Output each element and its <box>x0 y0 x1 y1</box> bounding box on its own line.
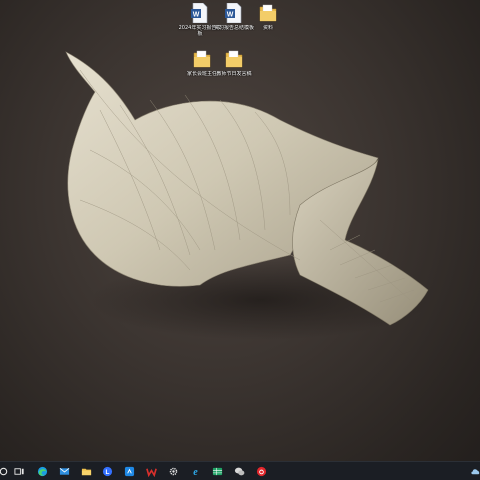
folder-icon <box>193 49 211 69</box>
internet-explorer-icon: e <box>193 467 198 477</box>
folder-icon <box>259 3 277 23</box>
wps-button[interactable] <box>144 464 158 478</box>
word-document-icon: W <box>191 2 209 24</box>
folder-icon <box>225 49 243 69</box>
word-document-icon: W <box>225 2 243 24</box>
spreadsheet-button[interactable] <box>210 464 224 478</box>
wechat-button[interactable] <box>232 464 246 478</box>
desktop-icon-label: 教师节日发言稿 <box>216 71 252 77</box>
mail-button[interactable] <box>57 464 71 478</box>
taskbar: L e <box>0 461 480 480</box>
file-explorer-button[interactable] <box>79 464 93 478</box>
app-icon <box>124 466 134 476</box>
desktop: W 2024年实习报告模板 W 实习报告总结模板 资料 家长会班主任 教师节日发… <box>0 0 480 480</box>
svg-text:L: L <box>105 468 109 475</box>
gear-icon <box>169 467 177 475</box>
edge-button[interactable] <box>35 464 49 478</box>
desktop-icon-folder-1[interactable]: 资料 <box>246 3 290 31</box>
svg-text:e: e <box>193 467 198 477</box>
edge-icon <box>37 466 47 476</box>
netease-music-button[interactable] <box>254 464 268 478</box>
lark-icon: L <box>102 466 112 476</box>
netease-music-icon <box>256 466 266 476</box>
ie-button[interactable]: e <box>188 464 202 478</box>
folder-icon <box>81 468 91 475</box>
app-blue-button[interactable] <box>122 464 136 478</box>
mail-icon <box>59 467 69 475</box>
lark-button[interactable]: L <box>100 464 114 478</box>
desktop-icon-folder-3[interactable]: 教师节日发言稿 <box>212 49 256 77</box>
wps-icon <box>145 468 157 477</box>
desktop-icon-label: 资料 <box>262 25 273 31</box>
cloud-icon <box>470 468 479 474</box>
task-view-icon <box>13 467 24 475</box>
tray-cloud-button[interactable] <box>468 464 480 478</box>
spreadsheet-icon <box>212 467 222 475</box>
search-button[interactable] <box>0 464 10 478</box>
svg-text:W: W <box>193 12 200 19</box>
wechat-icon <box>234 467 244 475</box>
search-icon <box>0 467 7 475</box>
settings-button[interactable] <box>166 464 180 478</box>
svg-text:W: W <box>227 12 234 19</box>
task-view-button[interactable] <box>12 464 26 478</box>
